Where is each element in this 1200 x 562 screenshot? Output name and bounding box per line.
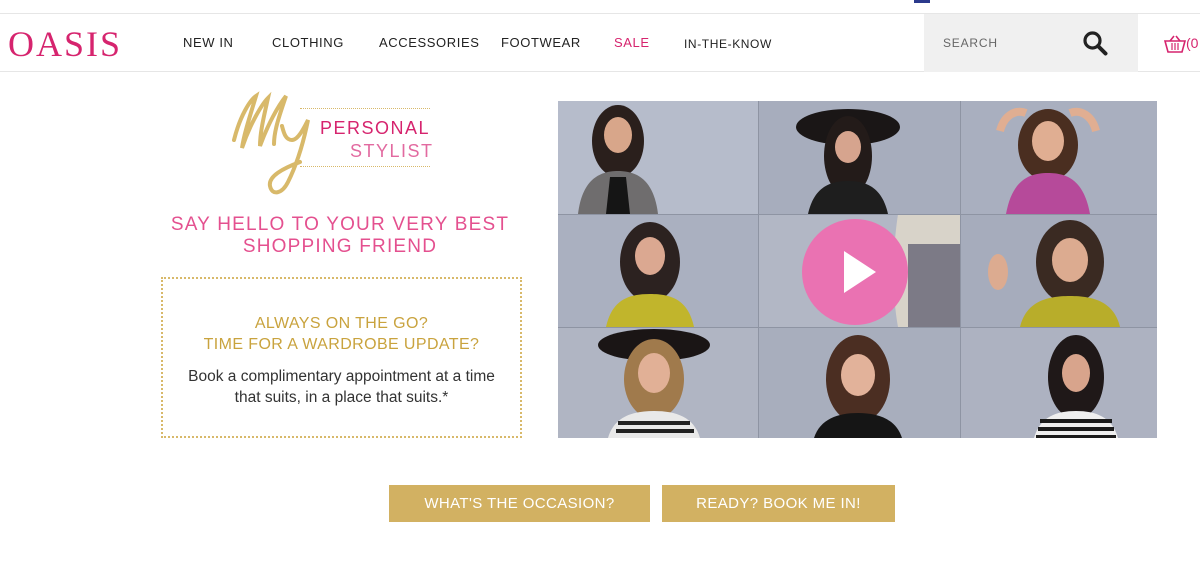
divider — [960, 101, 961, 438]
stylist-photo — [960, 214, 1157, 327]
divider — [300, 166, 430, 167]
nav-item-clothing[interactable]: CLOTHING — [272, 36, 344, 50]
promo-box-body-line2: that suits, in a place that suits.* — [234, 389, 449, 406]
stylist-photo — [960, 101, 1157, 214]
basket-icon[interactable] — [1163, 34, 1187, 54]
promo-box-body: Book a complimentary appointment at a ti… — [163, 366, 520, 408]
personal-label: PERSONAL — [320, 118, 431, 138]
search-icon[interactable] — [1082, 30, 1108, 56]
basket-count[interactable]: (0 — [1186, 36, 1198, 50]
nav-item-footwear[interactable]: FOOTWEAR — [501, 36, 581, 50]
divider — [558, 327, 1157, 328]
stylist-photo — [558, 214, 758, 327]
divider — [558, 214, 1157, 215]
my-script-text: My — [228, 82, 230, 83]
stylist-photo — [758, 101, 960, 214]
stylist-photo — [558, 101, 758, 214]
promo-box-body-line1: Book a complimentary appointment at a ti… — [188, 368, 495, 385]
my-script-logo: My — [228, 82, 310, 195]
promo-box-heading-line2: TIME FOR A WARDROBE UPDATE? — [203, 336, 480, 353]
stylist-label: STYLIST — [350, 141, 434, 161]
play-button[interactable] — [802, 219, 908, 325]
site-header: OASIS NEW IN CLOTHING ACCESSORIES FOOTWE… — [0, 14, 1200, 72]
stylist-photo — [558, 327, 758, 438]
nav-item-sale[interactable]: SALE — [614, 36, 650, 50]
whats-the-occasion-button[interactable]: WHAT'S THE OCCASION? — [389, 485, 650, 522]
play-icon[interactable] — [802, 219, 908, 325]
nav-item-accessories[interactable]: ACCESSORIES — [379, 36, 480, 50]
promo-headline: SAY HELLO TO YOUR VERY BEST SHOPPING FRI… — [160, 214, 520, 258]
promo-headline-line2: SHOPPING FRIEND — [242, 236, 438, 257]
stylist-photo — [758, 327, 960, 438]
flag-icon[interactable] — [914, 0, 930, 3]
divider — [300, 108, 430, 109]
search-box[interactable]: SEARCH — [924, 14, 1138, 72]
promo-headline-line1: SAY HELLO TO YOUR VERY BEST — [170, 214, 510, 235]
oasis-logo[interactable]: OASIS — [8, 26, 122, 62]
search-input[interactable]: SEARCH — [943, 36, 998, 50]
stylist-photo — [960, 327, 1157, 438]
nav-item-new-in[interactable]: NEW IN — [183, 36, 234, 50]
promo-box-heading-line1: ALWAYS ON THE GO? — [254, 315, 429, 332]
book-me-in-button[interactable]: READY? BOOK ME IN! — [662, 485, 895, 522]
promo-box: ALWAYS ON THE GO? TIME FOR A WARDROBE UP… — [161, 277, 522, 438]
divider — [758, 101, 759, 438]
nav-item-in-the-know[interactable]: IN-THE-KNOW — [684, 37, 772, 51]
